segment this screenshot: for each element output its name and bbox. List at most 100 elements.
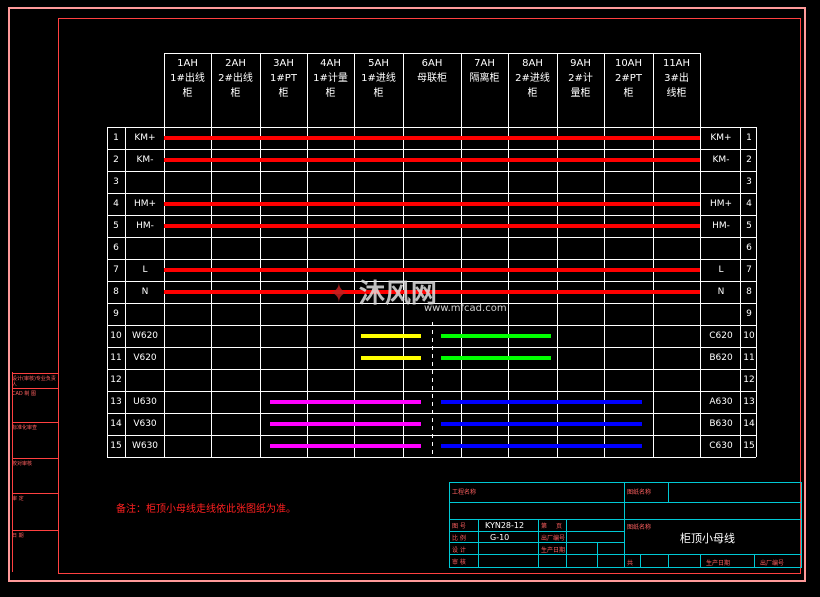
column-header: 2AH 2#出线柜 <box>211 56 260 101</box>
side-approval-label: 日 期 <box>12 530 58 539</box>
row-label-right: HM+ <box>709 199 733 209</box>
column-header: 7AH 隔离柜 <box>461 56 508 86</box>
column-header-code: 9AH <box>570 58 591 69</box>
column-header-code: 11AH <box>662 58 691 69</box>
column-header-line2: 2#出线 <box>218 73 253 84</box>
column-header-line3: 柜 <box>623 88 634 99</box>
column-header-code: 6AH <box>421 58 443 69</box>
row-label-left: HM- <box>136 221 154 231</box>
busbar-line <box>164 202 700 206</box>
row-line <box>107 193 756 194</box>
dashed-separator <box>432 402 433 406</box>
dashed-separator <box>432 386 433 390</box>
busbar-line <box>441 400 642 404</box>
row-label-left: HM+ <box>133 199 157 209</box>
busbar-line <box>441 334 551 338</box>
column-header-line3: 柜 <box>527 88 538 99</box>
column-header-line3: 线柜 <box>666 88 687 99</box>
side-approval-label: 审 定 <box>12 493 58 502</box>
row-number-left: 3 <box>113 177 119 187</box>
column-header-line2: 2#进线 <box>515 73 550 84</box>
column-header-line3: 量柜 <box>570 88 591 99</box>
busbar-line <box>441 444 642 448</box>
row-label-left: U630 <box>133 397 157 407</box>
row-number-left: 12 <box>110 375 122 385</box>
column-header-line2: 2#PT <box>615 73 642 84</box>
watermark-url: www.mfcad.com <box>424 303 507 314</box>
busbar-line <box>441 356 551 360</box>
dashed-separator <box>432 418 433 422</box>
column-header: 3AH 1#PT 柜 <box>260 56 307 101</box>
busbar-line <box>164 268 700 272</box>
busbar-line <box>361 334 421 338</box>
row-number-right: 2 <box>746 155 752 165</box>
column-header-code: 3AH <box>273 58 294 69</box>
column-header-line2: 1#PT <box>270 73 297 84</box>
column-header-line3: 柜 <box>373 88 384 99</box>
row-label-right: C620 <box>709 331 733 341</box>
row-number-right: 15 <box>743 441 755 451</box>
column-header-line2: 隔离柜 <box>469 73 500 84</box>
row-number-left: 9 <box>113 309 119 319</box>
row-number-right: 10 <box>743 331 755 341</box>
busbar-line <box>164 224 700 228</box>
dashed-separator <box>432 346 433 350</box>
busbar-line <box>441 422 642 426</box>
row-number-left: 14 <box>110 419 122 429</box>
dashed-separator <box>432 378 433 382</box>
row-number-right: 8 <box>746 287 752 297</box>
row-line <box>107 149 756 150</box>
row-number-right: 5 <box>746 221 752 231</box>
model-number: KYN28-12 <box>485 521 525 530</box>
row-number-left: 1 <box>113 133 119 143</box>
sheet-name-label: 图纸名称 <box>627 524 652 531</box>
tb-label-date: 生产日期 <box>541 547 566 554</box>
side-approval-label: 标准化审查 <box>12 422 58 431</box>
row-line <box>107 127 756 128</box>
row-number-left: 7 <box>113 265 119 275</box>
row-label-right: A630 <box>709 397 733 407</box>
tb-label-review: 审 核 <box>452 559 466 566</box>
dashed-separator <box>432 354 433 358</box>
column-header-code: 1AH <box>177 58 198 69</box>
column-header-line3: 柜 <box>230 88 241 99</box>
dashed-separator <box>432 434 433 438</box>
row-label-right: B630 <box>709 419 733 429</box>
row-number-left: 15 <box>110 441 122 451</box>
row-number-left: 4 <box>113 199 119 209</box>
row-number-right: 1 <box>746 133 752 143</box>
row-line <box>107 171 756 172</box>
column-header-line3: 柜 <box>325 88 336 99</box>
tb-label-serial: 出厂编号 <box>541 535 566 542</box>
row-label-left: V630 <box>133 419 157 429</box>
column-header-code: 8AH <box>522 58 543 69</box>
column-header-code: 2AH <box>225 58 246 69</box>
busbar-line <box>270 400 421 404</box>
column-header-line2: 1#出线 <box>170 73 205 84</box>
column-header: 1AH 1#出线柜 <box>164 56 211 101</box>
side-approval-label: 设计(审核)专业负责人 <box>12 373 58 388</box>
busbar-line <box>164 158 700 162</box>
dashed-separator <box>432 450 433 454</box>
footnote: 备注：柜顶小母线走线依此张图纸为准。 <box>116 504 296 515</box>
row-label-left: W620 <box>131 331 159 341</box>
side-approval-label: 校对审核 <box>12 458 58 467</box>
row-label-right: L <box>718 265 724 275</box>
tb-label-prod-date: 生产日期 <box>706 560 731 567</box>
row-number-left: 10 <box>110 331 122 341</box>
row-number-right: 4 <box>746 199 752 209</box>
column-header: 5AH 1#进线柜 <box>354 56 403 101</box>
column-header-code: 7AH <box>474 58 495 69</box>
drawing-code: G-10 <box>490 533 510 542</box>
column-header-code: 4AH <box>320 58 341 69</box>
row-label-right: KM- <box>712 155 730 165</box>
busbar-line <box>270 444 421 448</box>
row-label-right: B620 <box>709 353 733 363</box>
row-number-right: 6 <box>746 243 752 253</box>
header-divider <box>700 53 701 127</box>
dashed-separator <box>432 426 433 430</box>
row-label-right: N <box>717 287 725 297</box>
row-line <box>107 391 756 392</box>
dashed-separator <box>432 330 433 334</box>
busbar-line <box>270 422 421 426</box>
